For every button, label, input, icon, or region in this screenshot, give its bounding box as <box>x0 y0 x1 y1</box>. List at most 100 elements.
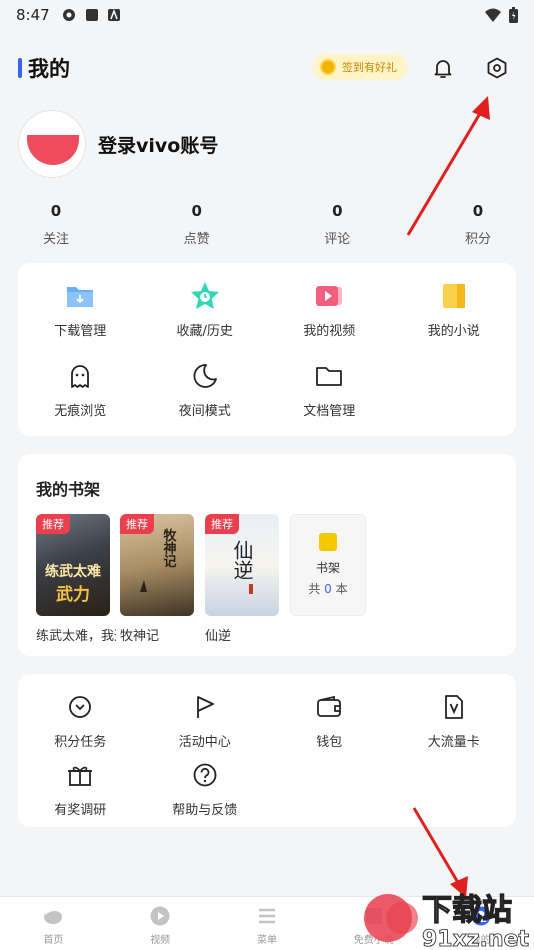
tool-label: 夜间模式 <box>178 404 231 419</box>
tool-label: 无痕浏览 <box>54 404 107 419</box>
wallet-icon <box>317 695 342 717</box>
book-name: 仙逆 <box>205 629 232 644</box>
app-notification-icon <box>62 9 75 21</box>
battery-icon <box>509 7 518 23</box>
home-icon <box>44 908 63 924</box>
service-label: 有奖调研 <box>54 803 107 818</box>
book-item[interactable]: 牧神记 推荐 牧神记 <box>120 514 194 644</box>
recommend-badge: 推荐 <box>120 514 154 534</box>
bookshelf-label: 书架 <box>315 561 340 575</box>
service-label: 活动中心 <box>178 735 231 750</box>
gift-icon <box>68 766 93 786</box>
cover-title: 练武太难 <box>45 563 101 580</box>
text-notification-icon <box>107 9 120 21</box>
stat-likes[interactable]: 0 点赞 <box>135 202 259 247</box>
service-label: 积分任务 <box>54 735 107 750</box>
watermark-emblem: 下载站 91xz.net <box>364 892 530 950</box>
recommend-badge: 推荐 <box>36 514 70 534</box>
video-icon <box>316 286 343 306</box>
page-title: 我的 <box>28 57 70 81</box>
service-data-card[interactable]: 大流量卡 <box>392 692 517 760</box>
service-label: 帮助与反馈 <box>172 803 238 818</box>
tool-my-novels[interactable]: 我的小说 <box>392 281 517 361</box>
tools-card: 下载管理 收藏/历史 我的视频 我的小说 无痕浏览 夜间模式 文档管理 <box>18 263 516 436</box>
square-notification-icon <box>85 9 98 21</box>
nav-label: 首页 <box>43 935 64 946</box>
profile-section[interactable]: 登录vivo账号 <box>18 110 218 178</box>
tool-incognito[interactable]: 无痕浏览 <box>18 361 143 441</box>
wifi-icon <box>485 8 501 22</box>
nav-menu[interactable]: 菜单 <box>214 897 321 950</box>
moon-icon <box>193 364 217 388</box>
nav-home[interactable]: 首页 <box>0 897 107 950</box>
svg-text:下载站: 下载站 <box>422 893 512 928</box>
coin-icon <box>320 59 336 75</box>
service-help[interactable]: 帮助与反馈 <box>143 760 268 828</box>
service-wallet[interactable]: 钱包 <box>267 692 392 760</box>
book-item[interactable]: 仙逆 推荐 仙逆 <box>205 514 279 644</box>
login-link[interactable]: 登录vivo账号 <box>98 131 218 158</box>
services-card: 积分任务 活动中心 钱包 大流量卡 有奖调研 帮助与反馈 <box>18 674 516 827</box>
cover-title: 仙逆 <box>230 540 254 580</box>
stat-value: 0 <box>191 202 202 220</box>
status-bar: 8:47 <box>0 0 534 30</box>
tool-documents[interactable]: 文档管理 <box>267 361 392 441</box>
nav-label: 菜单 <box>256 935 277 946</box>
service-points-tasks[interactable]: 积分任务 <box>18 692 143 760</box>
stats-row: 0 关注 0 点赞 0 评论 0 积分 <box>18 202 516 247</box>
bell-icon[interactable] <box>431 56 455 80</box>
checkin-label: 签到有好礼 <box>342 61 397 74</box>
tool-label: 收藏/历史 <box>176 324 233 339</box>
book-name: 练武太难，我选择 <box>36 629 116 644</box>
book-item[interactable]: 练武太难 武力 推荐 练武太难，我选择 <box>36 514 116 644</box>
recommend-badge: 推荐 <box>205 514 239 534</box>
bookshelf-count: 共 0 本 <box>308 582 348 596</box>
book-icon <box>442 284 465 308</box>
svg-text:武力: 武力 <box>56 584 90 605</box>
tool-favorites-history[interactable]: 收藏/历史 <box>143 281 268 361</box>
service-label: 钱包 <box>316 735 343 750</box>
nav-label: 视频 <box>150 935 171 946</box>
tool-download[interactable]: 下载管理 <box>18 281 143 361</box>
stat-comments[interactable]: 0 评论 <box>275 202 399 247</box>
status-time: 8:47 <box>16 6 50 24</box>
tool-label: 文档管理 <box>303 404 356 419</box>
tool-night-mode[interactable]: 夜间模式 <box>143 361 268 441</box>
service-activity-center[interactable]: 活动中心 <box>143 692 268 760</box>
book-cover[interactable]: 牧神记 推荐 <box>120 514 194 616</box>
watermark-logo: 下载站 91xz.net <box>362 888 534 950</box>
flag-icon <box>196 696 214 718</box>
title-accent-bar <box>18 58 22 78</box>
nav-video[interactable]: 视频 <box>107 897 214 950</box>
page-header: 我的 签到有好礼 <box>0 44 534 92</box>
menu-icon <box>258 908 275 924</box>
play-icon <box>150 906 170 926</box>
stat-label: 积分 <box>464 232 491 247</box>
stat-label: 评论 <box>324 232 351 247</box>
stat-value: 0 <box>50 202 62 220</box>
tool-label: 我的视频 <box>303 324 356 339</box>
stat-points[interactable]: 0 积分 <box>416 202 534 247</box>
stat-value: 0 <box>472 202 484 220</box>
service-label: 大流量卡 <box>427 735 480 750</box>
bookshelf-button[interactable]: 书架 共 0 本 <box>290 514 366 616</box>
tool-my-videos[interactable]: 我的视频 <box>267 281 392 361</box>
stat-value: 0 <box>332 202 343 220</box>
service-survey[interactable]: 有奖调研 <box>18 760 143 828</box>
avatar[interactable] <box>18 110 86 178</box>
help-icon <box>193 763 217 787</box>
bookshelf-card: 我的书架 练武太难 武力 推荐 练武太难，我选择 牧神记 推荐 牧神记 仙逆 <box>18 454 516 656</box>
book-cover[interactable]: 仙逆 推荐 <box>205 514 279 616</box>
settings-icon[interactable] <box>485 56 509 80</box>
stat-label: 关注 <box>42 232 69 247</box>
checkin-button[interactable]: 签到有好礼 <box>312 54 408 80</box>
stat-follow[interactable]: 0 关注 <box>0 202 118 247</box>
cover-title: 牧神记 <box>161 528 177 569</box>
bookshelf-title: 我的书架 <box>36 480 101 499</box>
book-cover[interactable]: 练武太难 武力 推荐 <box>36 514 110 616</box>
folder-icon <box>316 367 343 386</box>
stat-label: 点赞 <box>183 232 210 247</box>
tool-label: 下载管理 <box>54 324 107 339</box>
book-name: 牧神记 <box>120 629 160 644</box>
star-clock-icon <box>190 282 219 309</box>
